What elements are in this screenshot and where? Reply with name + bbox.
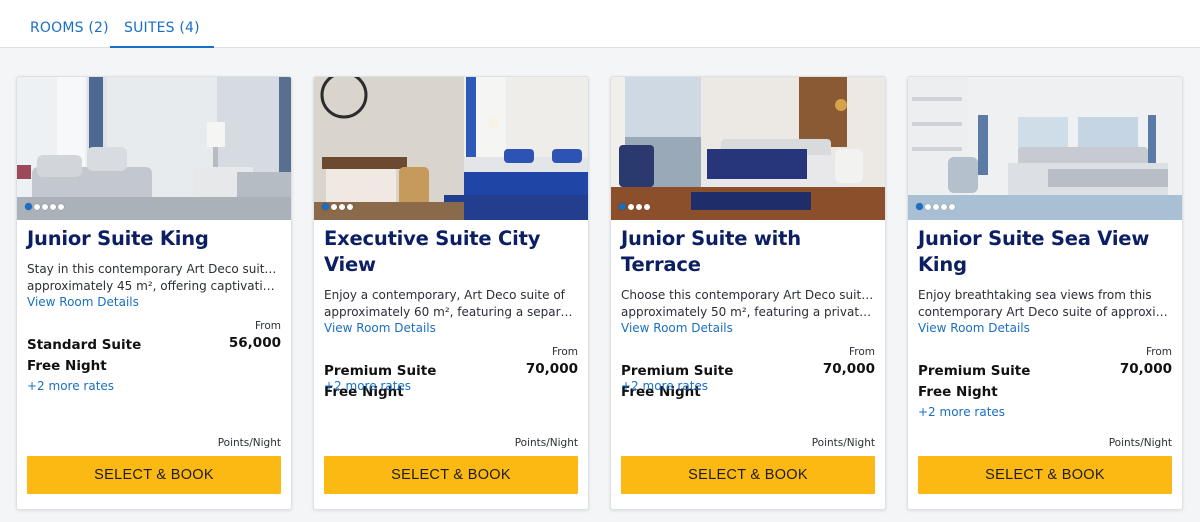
view-room-details-link[interactable]: View Room Details [324, 321, 578, 336]
from-label: From [1145, 346, 1172, 358]
photo-carousel-dots[interactable] [322, 203, 353, 210]
carousel-dot[interactable] [347, 203, 353, 210]
carousel-dot[interactable] [58, 203, 64, 210]
rate-summary: From Standard Suite Free Night 56,000 [27, 320, 281, 374]
carousel-dot[interactable] [331, 203, 337, 210]
suite-description: Enjoy breathtaking sea views from this c… [918, 287, 1172, 321]
photo-carousel-dots[interactable] [619, 203, 650, 210]
room-photo-image [908, 77, 1182, 220]
description-line: Stay in this contemporary Art Deco suite… [27, 262, 281, 276]
select-and-book-button[interactable]: SELECT & BOOK [918, 456, 1172, 494]
more-rates-link[interactable]: +2 more rates [27, 379, 114, 393]
suite-card-list: Junior Suite King Stay in this contempor… [16, 76, 1184, 510]
description-line: approximately 45 m², offering captivatin… [27, 279, 281, 293]
carousel-dot[interactable] [933, 203, 939, 210]
suite-card: Executive Suite City View Enjoy a contem… [313, 76, 589, 510]
carousel-dot[interactable] [42, 203, 48, 210]
suite-card: Junior Suite Sea View King Enjoy breatht… [907, 76, 1183, 510]
more-rates-link[interactable]: +2 more rates [918, 405, 1005, 419]
carousel-dot[interactable] [636, 203, 642, 210]
carousel-dot[interactable] [25, 203, 32, 210]
carousel-dot[interactable] [619, 203, 626, 210]
view-room-details-link[interactable]: View Room Details [621, 321, 875, 336]
carousel-dot[interactable] [628, 203, 634, 210]
select-and-book-button[interactable]: SELECT & BOOK [27, 456, 281, 494]
points-per-night-label: Points/Night [1108, 437, 1172, 449]
rate-summary: From Premium Suite Free Night 70,000 [918, 346, 1172, 400]
points-price: 70,000 [1119, 361, 1172, 377]
rate-name: Standard Suite Free Night [27, 337, 142, 374]
suite-title: Junior Suite King [27, 227, 209, 250]
description-line: contemporary Art Deco suite of approxima… [918, 305, 1172, 319]
tab-suites[interactable]: SUITES (4) [110, 0, 214, 48]
room-photo-image [314, 77, 588, 220]
points-per-night-label: Points/Night [811, 437, 875, 449]
description-line: approximately 60 m², featuring a separat… [324, 305, 578, 319]
description-line: Enjoy a contemporary, Art Deco suite of [324, 288, 565, 302]
tab-rooms[interactable]: ROOMS (2) [30, 0, 109, 48]
description-line: Enjoy breathtaking sea views from this [918, 288, 1152, 302]
carousel-dot[interactable] [949, 203, 955, 210]
points-price: 70,000 [525, 361, 578, 377]
points-per-night-label: Points/Night [514, 437, 578, 449]
description-line: Choose this contemporary Art Deco suite … [621, 288, 875, 302]
from-label: From [848, 346, 875, 358]
carousel-dot[interactable] [34, 203, 40, 210]
suite-title: Junior Suite Sea View King [918, 227, 1150, 276]
room-photo[interactable] [908, 77, 1182, 220]
suite-card: Junior Suite King Stay in this contempor… [16, 76, 292, 510]
room-photo-image [17, 77, 291, 220]
room-type-tabs: ROOMS (2) SUITES (4) [0, 0, 1200, 48]
suite-title: Executive Suite City View [324, 227, 541, 276]
points-price: 70,000 [822, 361, 875, 377]
more-rates-link[interactable]: +2 more rates [324, 379, 411, 393]
suite-card: Junior Suite with Terrace Choose this co… [610, 76, 886, 510]
suite-description: Stay in this contemporary Art Deco suite… [27, 261, 281, 295]
select-and-book-button[interactable]: SELECT & BOOK [621, 456, 875, 494]
suite-description: Enjoy a contemporary, Art Deco suite of … [324, 287, 578, 321]
from-label: From [254, 320, 281, 332]
description-line: approximately 50 m², featuring a private… [621, 305, 875, 319]
suite-title: Junior Suite with Terrace [621, 227, 801, 276]
room-photo[interactable] [314, 77, 588, 220]
points-per-night-label: Points/Night [217, 437, 281, 449]
view-room-details-link[interactable]: View Room Details [918, 321, 1172, 336]
more-rates-link[interactable]: +2 more rates [621, 379, 708, 393]
room-photo-image [611, 77, 885, 220]
points-price: 56,000 [228, 335, 281, 351]
carousel-dot[interactable] [925, 203, 931, 210]
room-photo[interactable] [17, 77, 291, 220]
carousel-dot[interactable] [50, 203, 56, 210]
select-and-book-button[interactable]: SELECT & BOOK [324, 456, 578, 494]
photo-carousel-dots[interactable] [916, 203, 955, 210]
carousel-dot[interactable] [322, 203, 329, 210]
from-label: From [551, 346, 578, 358]
carousel-dot[interactable] [916, 203, 923, 210]
photo-carousel-dots[interactable] [25, 203, 64, 210]
room-photo[interactable] [611, 77, 885, 220]
rate-name: Premium Suite Free Night [918, 363, 1031, 400]
suite-description: Choose this contemporary Art Deco suite … [621, 287, 875, 321]
carousel-dot[interactable] [339, 203, 345, 210]
view-room-details-link[interactable]: View Room Details [27, 295, 281, 310]
carousel-dot[interactable] [644, 203, 650, 210]
carousel-dot[interactable] [941, 203, 947, 210]
